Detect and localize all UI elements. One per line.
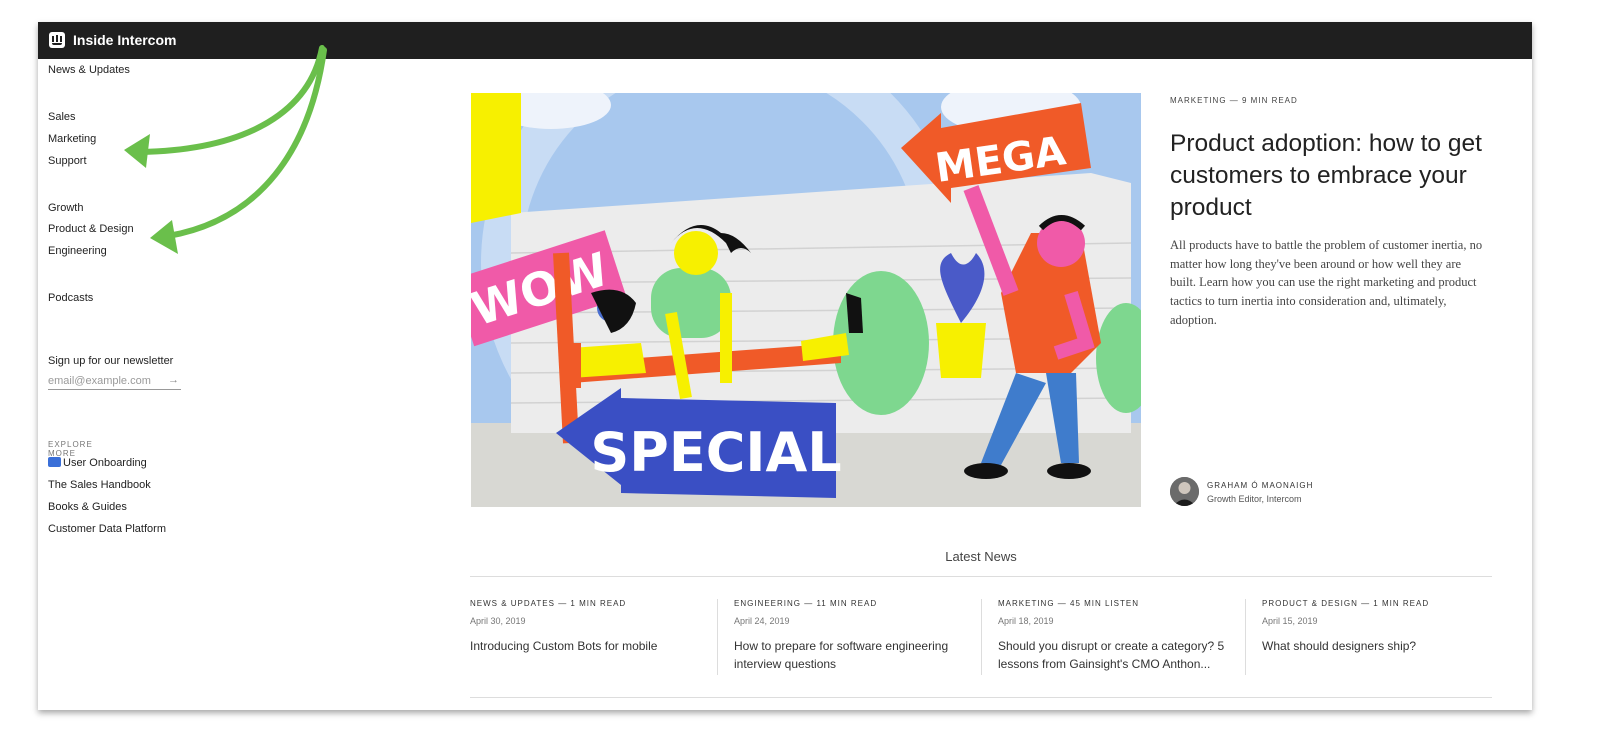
- nav-product-design[interactable]: Product & Design: [48, 223, 134, 235]
- explore-link-books-guides[interactable]: Books & Guides: [48, 501, 127, 513]
- article-date: April 24, 2019: [734, 616, 790, 626]
- avatar[interactable]: [1170, 477, 1199, 506]
- article-category[interactable]: ENGINEERING — 11 MIN READ: [734, 599, 969, 608]
- nav-sales[interactable]: Sales: [48, 111, 76, 123]
- nav-growth[interactable]: Growth: [48, 202, 83, 214]
- article-category[interactable]: NEWS & UPDATES — 1 MIN READ: [470, 599, 720, 608]
- hero-excerpt: All products have to battle the problem …: [1170, 238, 1483, 327]
- explore-link-sales-handbook[interactable]: The Sales Handbook: [48, 479, 151, 491]
- divider: [1245, 599, 1246, 675]
- divider: [717, 599, 718, 675]
- nav-engineering[interactable]: Engineering: [48, 245, 107, 257]
- nav-news-updates[interactable]: News & Updates: [48, 64, 130, 76]
- newsletter-label: Sign up for our newsletter: [48, 355, 174, 367]
- article-title[interactable]: How to prepare for software engineering …: [734, 638, 969, 673]
- article-date: April 18, 2019: [998, 616, 1054, 626]
- special-sign-text: SPECIAL: [590, 421, 841, 484]
- hero-category[interactable]: MARKETING — 9 MIN READ: [1170, 96, 1298, 105]
- top-bar: Inside Intercom: [38, 22, 1532, 59]
- newsletter-email-input[interactable]: [48, 372, 181, 390]
- intercom-logo-icon: [49, 32, 65, 48]
- article-card[interactable]: NEWS & UPDATES — 1 MIN READ April 30, 20…: [470, 599, 720, 656]
- article-category[interactable]: MARKETING — 45 MIN LISTEN: [998, 599, 1233, 608]
- book-icon: [48, 457, 61, 467]
- arrow-right-icon[interactable]: →: [168, 374, 179, 386]
- nav-marketing[interactable]: Marketing: [48, 133, 96, 145]
- nav-podcasts[interactable]: Podcasts: [48, 292, 93, 304]
- explore-more-label: EXPLORE MORE: [48, 440, 93, 458]
- article-title[interactable]: What should designers ship?: [1262, 638, 1492, 656]
- article-card[interactable]: PRODUCT & DESIGN — 1 MIN READ April 15, …: [1262, 599, 1492, 656]
- article-date: April 30, 2019: [470, 616, 526, 626]
- article-category[interactable]: PRODUCT & DESIGN — 1 MIN READ: [1262, 599, 1492, 608]
- divider: [470, 576, 1492, 577]
- divider: [470, 697, 1492, 698]
- article-date: April 15, 2019: [1262, 616, 1318, 626]
- author-role: Growth Editor, Intercom: [1207, 494, 1302, 504]
- browser-window: Inside Intercom News & Updates Sales Mar…: [38, 22, 1532, 710]
- brand[interactable]: Inside Intercom: [49, 32, 176, 48]
- site-title: Inside Intercom: [73, 32, 177, 48]
- article-card[interactable]: MARKETING — 45 MIN LISTEN April 18, 2019…: [998, 599, 1233, 673]
- hero-title[interactable]: Product adoption: how to get customers t…: [1170, 128, 1500, 224]
- explore-link-customer-data-platform[interactable]: Customer Data Platform: [48, 523, 166, 535]
- nav-support[interactable]: Support: [48, 155, 87, 167]
- article-title[interactable]: Introducing Custom Bots for mobile: [470, 638, 720, 656]
- divider: [981, 599, 982, 675]
- hero-illustration[interactable]: WOW MEGA SPECIAL: [471, 93, 1141, 507]
- article-title[interactable]: Should you disrupt or create a category?…: [998, 638, 1233, 673]
- explore-link-label: User Onboarding: [63, 457, 147, 469]
- latest-news-heading: Latest News: [945, 549, 1017, 564]
- article-card[interactable]: ENGINEERING — 11 MIN READ April 24, 2019…: [734, 599, 969, 673]
- explore-link-user-onboarding[interactable]: User Onboarding: [48, 457, 147, 469]
- author-name[interactable]: GRAHAM Ó MAONAIGH: [1207, 481, 1313, 490]
